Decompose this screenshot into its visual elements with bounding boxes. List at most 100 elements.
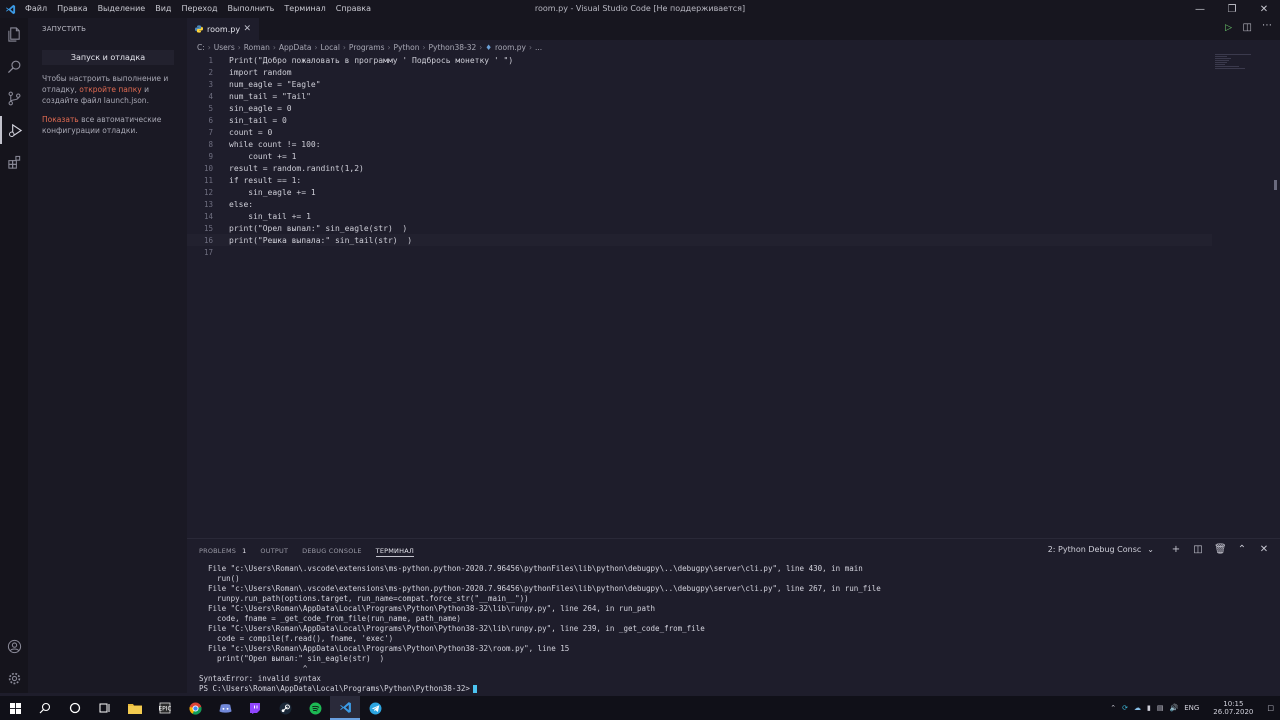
code-line[interactable]: 7 count = 0 <box>187 126 1212 138</box>
tray-app-icon[interactable]: ⟳ <box>1122 704 1128 712</box>
show-configs-link[interactable]: Показать <box>42 115 79 124</box>
more-actions-icon[interactable]: ⋯ <box>1262 20 1272 31</box>
keyboard-language[interactable]: ENG <box>1184 704 1199 712</box>
code-text: sin_tail = 0 <box>229 115 287 125</box>
menu-go[interactable]: Переход <box>176 0 222 18</box>
file-explorer-icon[interactable] <box>120 696 150 720</box>
telegram-icon[interactable] <box>360 696 390 720</box>
notifications-icon[interactable]: □ <box>1267 704 1274 712</box>
new-terminal-icon[interactable]: + <box>1170 544 1182 555</box>
run-debug-icon[interactable] <box>0 116 28 144</box>
source-control-icon[interactable] <box>0 84 28 112</box>
crumb-python[interactable]: Python <box>393 43 419 52</box>
code-line[interactable]: 2 import random <box>187 66 1212 78</box>
open-folder-link[interactable]: откройте папку <box>79 85 141 94</box>
line-number: 8 <box>208 139 213 149</box>
code-editor[interactable]: 1 Print("Добро пожаловать в программу ' П… <box>187 54 1212 534</box>
run-file-icon[interactable]: ▷ <box>1225 23 1232 33</box>
kill-terminal-trash-icon[interactable]: 🗑 <box>1214 544 1227 555</box>
extensions-icon[interactable] <box>0 148 28 176</box>
crumb-appdata[interactable]: AppData <box>279 43 312 52</box>
code-line[interactable]: 6 sin_tail = 0 <box>187 114 1212 126</box>
menu-run[interactable]: Выполнить <box>223 0 280 18</box>
account-icon[interactable] <box>0 632 28 660</box>
taskbar-clock[interactable]: 10:15 26.07.2020 <box>1213 700 1253 716</box>
tab-room-py[interactable]: room.py ✕ <box>187 18 259 40</box>
code-line[interactable]: 11 if result == 1: <box>187 174 1212 186</box>
close-window-icon[interactable]: ✕ <box>1248 0 1280 18</box>
menu-terminal[interactable]: Терминал <box>279 0 330 18</box>
cortana-icon[interactable] <box>60 696 90 720</box>
terminal-prompt-line[interactable]: PS C:\Users\Roman\AppData\Local\Programs… <box>199 684 1269 694</box>
crumb-file[interactable]: room.py <box>495 43 526 52</box>
vscode-logo-icon[interactable] <box>0 0 20 18</box>
terminal-select[interactable]: 2: Python Debug Consc ⌄ <box>1048 545 1154 554</box>
tray-chevron-up-icon[interactable]: ⌃ <box>1110 704 1116 712</box>
tab-debug-console[interactable]: DEBUG CONSOLE <box>302 545 362 557</box>
chrome-icon[interactable] <box>180 696 210 720</box>
crumb-python38[interactable]: Python38-32 <box>428 43 476 52</box>
close-panel-icon[interactable]: ✕ <box>1258 544 1270 555</box>
menu-selection[interactable]: Выделение <box>93 0 151 18</box>
split-terminal-icon[interactable]: ◫ <box>1192 544 1204 555</box>
code-line[interactable]: 17 <box>187 246 1212 258</box>
vscode-taskbar-icon[interactable] <box>330 696 360 720</box>
menu-edit[interactable]: Правка <box>52 0 92 18</box>
code-line[interactable]: 8 while count != 100: <box>187 138 1212 150</box>
menu-view[interactable]: Вид <box>150 0 176 18</box>
code-line[interactable]: 5 sin_eagle = 0 <box>187 102 1212 114</box>
menu-file[interactable]: Файл <box>20 0 52 18</box>
restore-icon[interactable]: ❐ <box>1216 0 1248 18</box>
chevron-right-icon: › <box>207 42 211 52</box>
spotify-icon[interactable] <box>300 696 330 720</box>
tab-terminal[interactable]: ТЕРМИНАЛ <box>375 545 414 557</box>
settings-gear-icon[interactable] <box>0 664 28 692</box>
code-text: count = 0 <box>229 127 273 137</box>
minimap[interactable] <box>1215 54 1255 72</box>
taskbar-search-icon[interactable] <box>30 696 60 720</box>
code-line[interactable]: 9 count += 1 <box>187 150 1212 162</box>
terminal-output[interactable]: File "c:\Users\Roman\.vscode\extensions\… <box>199 564 1269 694</box>
code-line[interactable]: 12 sin_eagle += 1 <box>187 186 1212 198</box>
code-line[interactable]: 4 num_tail = "Tail" <box>187 90 1212 102</box>
crumb-local[interactable]: Local <box>320 43 339 52</box>
tab-close-icon[interactable]: ✕ <box>243 24 251 34</box>
minimize-icon[interactable]: — <box>1184 0 1216 18</box>
title-bar: Файл Правка Выделение Вид Переход Выполн… <box>0 0 1280 18</box>
code-line[interactable]: 3 num_eagle = "Eagle" <box>187 78 1212 90</box>
discord-icon[interactable] <box>210 696 240 720</box>
chevron-right-icon: › <box>529 42 533 52</box>
code-line-current[interactable]: 16 print("Решка выпала:" sin_tail(str) ) <box>187 234 1212 246</box>
editor-scrollbar[interactable] <box>1272 54 1280 534</box>
search-icon[interactable] <box>0 52 28 80</box>
network-icon[interactable]: ▤ <box>1157 704 1164 712</box>
crumb-programs[interactable]: Programs <box>349 43 385 52</box>
tab-output[interactable]: OUTPUT <box>260 545 288 557</box>
code-line[interactable]: 10 result = random.randint(1,2) <box>187 162 1212 174</box>
crumb-users[interactable]: Users <box>214 43 235 52</box>
sublime-app-icon[interactable]: EPIC <box>150 696 180 720</box>
line-number: 7 <box>208 127 213 137</box>
code-line[interactable]: 15 print("Орел выпал:" sin_eagle(str) ) <box>187 222 1212 234</box>
split-editor-icon[interactable]: ◫ <box>1243 22 1252 33</box>
battery-icon[interactable]: ▮ <box>1147 704 1151 712</box>
task-view-icon[interactable] <box>90 696 120 720</box>
volume-icon[interactable]: 🔊 <box>1169 704 1178 712</box>
menu-help[interactable]: Справка <box>331 0 376 18</box>
code-line[interactable]: 13 else: <box>187 198 1212 210</box>
line-number: 16 <box>203 235 213 245</box>
twitch-icon[interactable] <box>240 696 270 720</box>
maximize-panel-chevron-up-icon[interactable]: ⌃ <box>1236 544 1248 555</box>
windows-start-icon[interactable] <box>0 696 30 720</box>
steam-icon[interactable] <box>270 696 300 720</box>
run-and-debug-button[interactable]: Запуск и отладка <box>42 50 174 65</box>
onedrive-cloud-icon[interactable]: ☁ <box>1134 704 1141 712</box>
crumb-more[interactable]: ... <box>535 43 542 52</box>
chevron-right-icon: › <box>387 42 391 52</box>
crumb-drive[interactable]: C: <box>197 43 205 52</box>
code-line[interactable]: 1 Print("Добро пожаловать в программу ' П… <box>187 54 1212 66</box>
crumb-roman[interactable]: Roman <box>244 43 270 52</box>
code-line[interactable]: 14 sin_tail += 1 <box>187 210 1212 222</box>
explorer-icon[interactable] <box>0 20 28 48</box>
tab-problems[interactable]: PROBLEMS 1 <box>199 545 246 557</box>
